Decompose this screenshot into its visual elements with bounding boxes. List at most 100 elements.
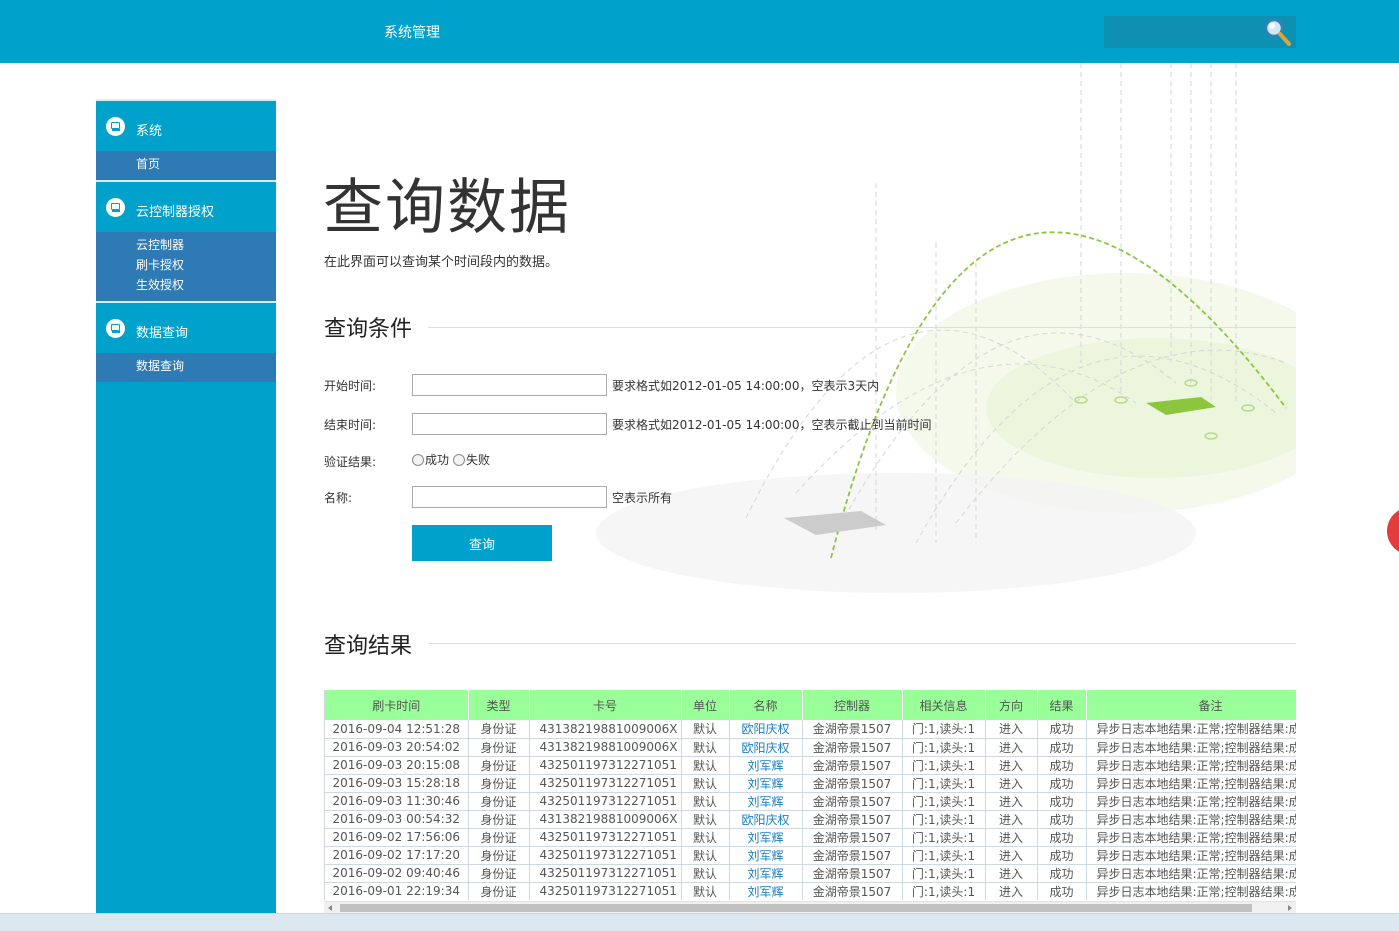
- sidebar-group-system[interactable]: 系统: [96, 101, 276, 151]
- table-cell: 成功: [1037, 810, 1087, 829]
- name-label: 名称:: [324, 491, 353, 505]
- table-header-row: 刷卡时间 类型 卡号 单位 名称 控制器 相关信息 方向 结果 备注: [325, 690, 1296, 720]
- name-link[interactable]: 刘军辉: [729, 756, 803, 775]
- top-header: 系统管理: [0, 0, 1399, 63]
- page-description: 在此界面可以查询某个时间段内的数据。: [324, 255, 559, 270]
- start-time-input[interactable]: [412, 374, 607, 396]
- name-link[interactable]: 欧阳庆权: [729, 720, 803, 739]
- name-link[interactable]: 刘军辉: [729, 846, 803, 865]
- column-header: 卡号: [529, 690, 682, 720]
- results-section-title: 查询结果: [324, 634, 413, 659]
- table-cell: 进入: [985, 738, 1038, 757]
- window-bottom-strip: [0, 913, 1399, 931]
- table-row: 2016-09-03 20:15:08 身份证 432501197312271051…: [325, 756, 1296, 775]
- table-cell: 默认: [681, 810, 730, 829]
- radio-success[interactable]: [412, 453, 424, 466]
- table-cell: 金湖帝景1507: [802, 774, 903, 793]
- column-header: 结果: [1037, 690, 1087, 720]
- conditions-divider: [428, 327, 1296, 328]
- table-cell: 进入: [985, 774, 1038, 793]
- sidebar-item-cloud-controller[interactable]: 云控制器: [136, 235, 276, 255]
- end-time-input[interactable]: [412, 413, 607, 435]
- name-input[interactable]: [412, 486, 607, 508]
- sidebar-item-effective-auth[interactable]: 生效授权: [136, 275, 276, 295]
- table-cell: 432501197312271051: [529, 828, 682, 847]
- table-row: 2016-09-04 12:51:28 身份证 43138219881009006X…: [325, 720, 1296, 739]
- table-cell: 默认: [681, 792, 730, 811]
- table-cell: 门:1,读头:1: [902, 738, 986, 757]
- result-label: 验证结果:: [324, 455, 377, 469]
- search-input[interactable]: [1104, 16, 1262, 48]
- query-button[interactable]: 查询: [412, 525, 552, 561]
- search-box[interactable]: [1104, 16, 1296, 48]
- table-cell: 成功: [1037, 846, 1087, 865]
- column-header: 备注: [1086, 690, 1296, 720]
- page-title: 查询数据: [323, 173, 571, 243]
- table-cell: 成功: [1037, 828, 1087, 847]
- table-cell: 进入: [985, 882, 1038, 900]
- table-row: 2016-09-03 00:54:32 身份证 43138219881009006X…: [325, 810, 1296, 829]
- scroll-right-arrow-icon[interactable]: [1288, 905, 1292, 911]
- table-cell: 默认: [681, 864, 730, 883]
- table-cell: 成功: [1037, 774, 1087, 793]
- floating-edge-badge[interactable]: [1387, 507, 1399, 555]
- table-cell: 门:1,读头:1: [902, 792, 986, 811]
- sidebar-group-data-query[interactable]: 数据查询: [96, 303, 276, 353]
- name-link[interactable]: 刘军辉: [729, 792, 803, 811]
- table-cell: 异步日志本地结果:正常;控制器结果:成功: [1086, 792, 1296, 811]
- table-cell: 身份证: [468, 792, 530, 811]
- table-cell: 异步日志本地结果:正常;控制器结果:成功: [1086, 828, 1296, 847]
- table-cell: 432501197312271051: [529, 882, 682, 900]
- start-time-hint: 要求格式如2012-01-05 14:00:00，空表示3天内: [612, 379, 880, 393]
- scrollbar-thumb[interactable]: [340, 904, 1252, 912]
- table-cell: 成功: [1037, 864, 1087, 883]
- table-cell: 进入: [985, 756, 1038, 775]
- table-cell: 进入: [985, 792, 1038, 811]
- name-link[interactable]: 欧阳庆权: [729, 738, 803, 757]
- table-cell: 门:1,读头:1: [902, 810, 986, 829]
- sidebar-group-label: 云控制器授权: [136, 205, 215, 220]
- column-header: 类型: [468, 690, 530, 720]
- name-link[interactable]: 刘军辉: [729, 774, 803, 793]
- table-cell: 进入: [985, 846, 1038, 865]
- table-cell: 43138219881009006X: [529, 720, 682, 739]
- table-cell: 身份证: [468, 864, 530, 883]
- column-header: 方向: [985, 690, 1038, 720]
- table-cell: 门:1,读头:1: [902, 756, 986, 775]
- table-cell: 门:1,读头:1: [902, 882, 986, 900]
- table-cell: 金湖帝景1507: [802, 792, 903, 811]
- name-link[interactable]: 刘军辉: [729, 882, 803, 900]
- table-row: 2016-09-02 17:56:06 身份证 432501197312271051…: [325, 828, 1296, 847]
- table-cell: 2016-09-02 17:56:06: [325, 828, 469, 847]
- table-cell: 门:1,读头:1: [902, 864, 986, 883]
- table-cell: 2016-09-02 17:17:20: [325, 846, 469, 865]
- table-cell: 进入: [985, 864, 1038, 883]
- name-link[interactable]: 刘军辉: [729, 828, 803, 847]
- table-cell: 默认: [681, 882, 730, 900]
- sidebar-item-card-auth[interactable]: 刷卡授权: [136, 255, 276, 275]
- table-cell: 2016-09-03 20:54:02: [325, 738, 469, 757]
- table-cell: 金湖帝景1507: [802, 738, 903, 757]
- horizontal-scrollbar[interactable]: [324, 901, 1296, 913]
- radio-fail-label: 失败: [466, 453, 491, 467]
- name-link[interactable]: 刘军辉: [729, 864, 803, 883]
- end-time-label: 结束时间:: [324, 418, 377, 432]
- sidebar-item-home[interactable]: 首页: [136, 154, 276, 174]
- scroll-left-arrow-icon[interactable]: [328, 905, 332, 911]
- table-cell: 43138219881009006X: [529, 738, 682, 757]
- table-cell: 进入: [985, 720, 1038, 739]
- table-cell: 金湖帝景1507: [802, 810, 903, 829]
- table-cell: 2016-09-02 09:40:46: [325, 864, 469, 883]
- table-row: 2016-09-02 17:17:20 身份证 432501197312271051…: [325, 846, 1296, 865]
- sidebar-submenu-data-query: 数据查询: [96, 353, 276, 382]
- radio-fail[interactable]: [453, 453, 466, 466]
- name-link[interactable]: 欧阳庆权: [729, 810, 803, 829]
- conditions-section-title: 查询条件: [324, 317, 413, 342]
- sidebar-item-data-query[interactable]: 数据查询: [136, 356, 276, 376]
- main-content: 查询数据 在此界面可以查询某个时间段内的数据。 查询条件 开始时间: 要求格式如…: [276, 63, 1296, 913]
- table-cell: 2016-09-03 11:30:46: [325, 792, 469, 811]
- magnifier-icon[interactable]: [1262, 17, 1292, 47]
- table-cell: 身份证: [468, 882, 530, 900]
- sidebar-group-cloud-auth[interactable]: 云控制器授权: [96, 182, 276, 232]
- table-cell: 2016-09-03 15:28:18: [325, 774, 469, 793]
